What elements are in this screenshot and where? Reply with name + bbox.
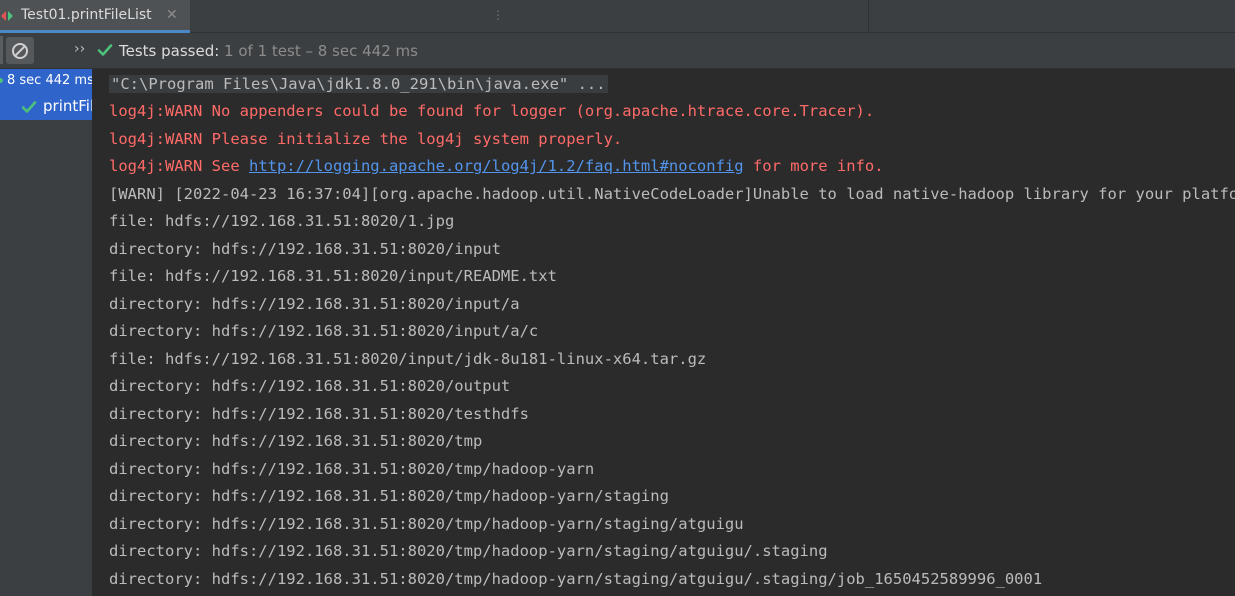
console-line: file: hdfs://192.168.31.51:8020/input/RE… — [109, 267, 557, 285]
run-config-icon — [1, 11, 13, 21]
faq-link[interactable]: http://logging.apache.org/log4j/1.2/faq.… — [249, 157, 744, 175]
console-line: directory: hdfs://192.168.31.51:8020/inp… — [109, 240, 501, 258]
status-bold: Tests passed: — [119, 42, 220, 60]
console-line-warn: log4j:WARN No appenders could be found f… — [109, 102, 875, 120]
test-results-tree: 8 sec 442 ms printFileList — [0, 69, 92, 596]
more-actions-chevron-icon[interactable]: ›› — [74, 41, 85, 57]
stop-icon — [12, 42, 28, 59]
console-line: directory: hdfs://192.168.31.51:8020/tmp… — [109, 487, 669, 505]
toolbar-edge-button[interactable] — [0, 36, 3, 64]
drag-handle-icon[interactable]: ⋮ — [492, 8, 504, 22]
console-line: directory: hdfs://192.168.31.51:8020/tmp — [109, 432, 483, 450]
tab-divider — [868, 0, 869, 33]
command-text: "C:\Program Files\Java\jdk1.8.0_291\bin\… — [109, 75, 608, 93]
tree-item-printfilelist[interactable]: printFileList — [0, 94, 92, 120]
console-line: directory: hdfs://192.168.31.51:8020/tmp… — [109, 570, 1043, 588]
console-line: file: hdfs://192.168.31.51:8020/1.jpg — [109, 212, 455, 230]
close-icon[interactable]: ✕ — [166, 7, 178, 23]
console-output[interactable]: "C:\Program Files\Java\jdk1.8.0_291\bin\… — [92, 69, 1235, 596]
console-line-warn: log4j:WARN See http://logging.apache.org… — [109, 153, 884, 180]
console-line: file: hdfs://192.168.31.51:8020/input/jd… — [109, 350, 707, 368]
console-line: directory: hdfs://192.168.31.51:8020/tmp… — [109, 515, 744, 533]
console-line: [WARN] [2022-04-23 16:37:04][org.apache.… — [109, 185, 1235, 203]
tab-test-run[interactable]: Test01.printFileList ✕ — [0, 0, 190, 33]
check-icon — [21, 101, 37, 113]
console-line: directory: hdfs://192.168.31.51:8020/tmp… — [109, 460, 595, 478]
console-line: directory: hdfs://192.168.31.51:8020/inp… — [109, 295, 520, 313]
tree-item-root[interactable]: 8 sec 442 ms — [0, 69, 92, 94]
console-line-warn: log4j:WARN Please initialize the log4j s… — [109, 130, 623, 148]
editor-tab-bar: Test01.printFileList ✕ ⋮ — [0, 0, 1235, 33]
test-toolbar: ›› Tests passed: 1 of 1 test – 8 sec 442… — [0, 33, 1235, 69]
root-duration: 8 sec 442 ms — [7, 73, 92, 88]
status-detail: 1 of 1 test – 8 sec 442 ms — [219, 42, 418, 60]
console-line: directory: hdfs://192.168.31.51:8020/out… — [109, 377, 511, 395]
tab-title: Test01.printFileList — [21, 7, 152, 23]
test-status-text: Tests passed: 1 of 1 test – 8 sec 442 ms — [119, 42, 418, 60]
console-line: directory: hdfs://192.168.31.51:8020/tes… — [109, 405, 529, 423]
pass-dot-icon — [0, 78, 3, 83]
check-icon — [97, 44, 113, 56]
console-line: directory: hdfs://192.168.31.51:8020/tmp… — [109, 542, 828, 560]
stop-button[interactable] — [6, 37, 34, 64]
console-line-command: "C:\Program Files\Java\jdk1.8.0_291\bin\… — [109, 71, 608, 98]
warn-prefix: log4j:WARN See — [109, 157, 249, 175]
console-line: directory: hdfs://192.168.31.51:8020/inp… — [109, 322, 539, 340]
warn-suffix: for more info. — [743, 157, 884, 175]
tree-item-label: printFileList — [43, 97, 92, 115]
